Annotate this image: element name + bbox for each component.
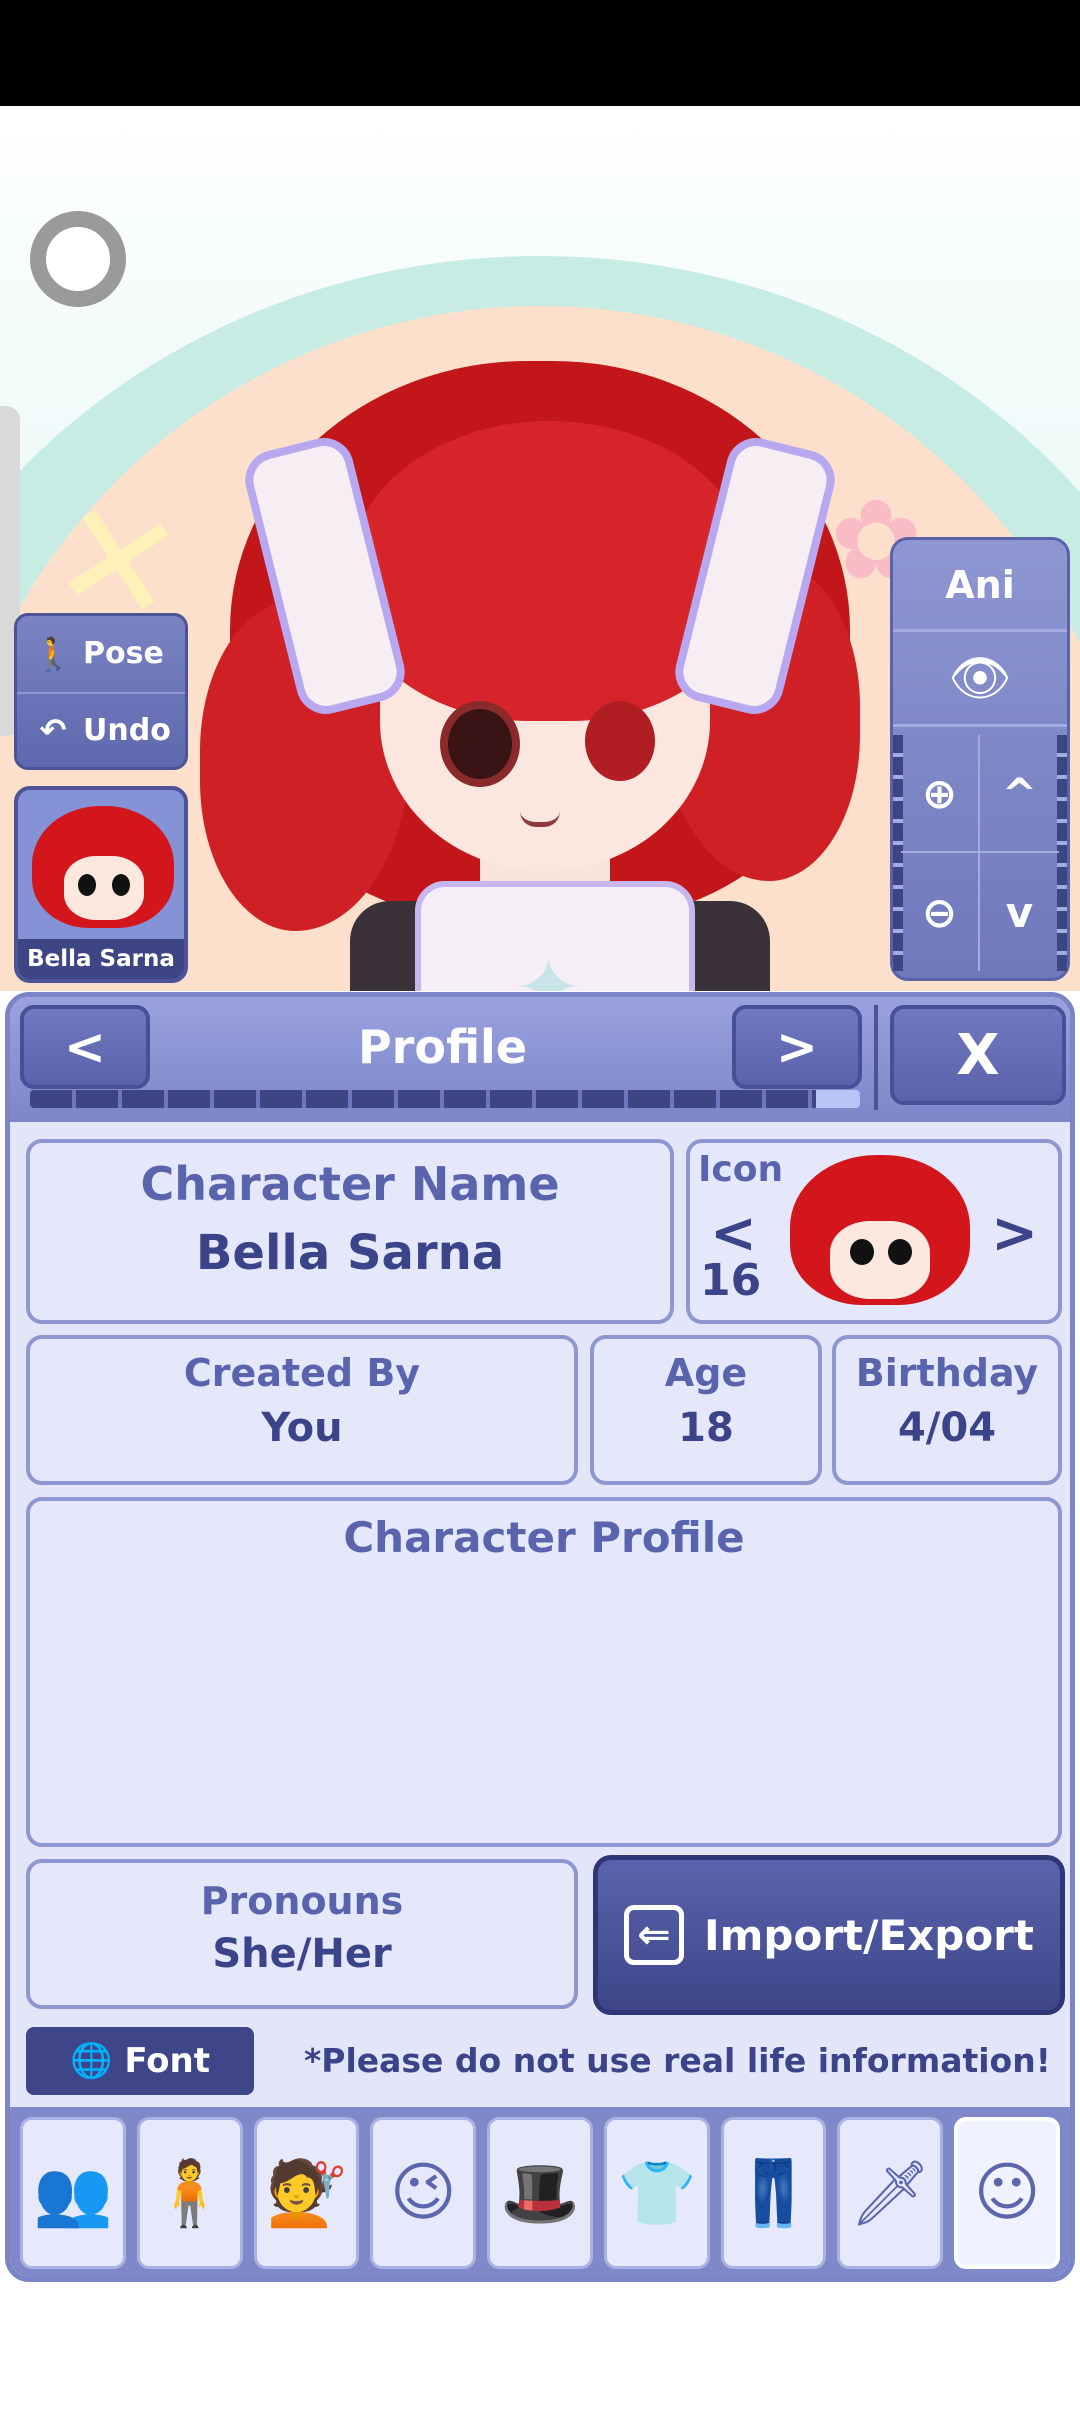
tool-body-button[interactable]: 🧍: [136, 2117, 243, 2269]
tool-presets-button[interactable]: 👥: [20, 2117, 126, 2269]
category-toolbar: 👥 🧍 💇 😉 🎩 👕 👖 🗡 ☺: [10, 2107, 1070, 2277]
icon-selector: Icon < > 16: [686, 1139, 1062, 1324]
undo-icon: ↶: [39, 711, 67, 750]
tool-hair-button[interactable]: 💇: [253, 2117, 360, 2269]
birthday-field[interactable]: Birthday 4/04: [832, 1335, 1062, 1485]
record-icon[interactable]: [30, 211, 126, 307]
created-by-field[interactable]: Created By You: [26, 1335, 578, 1485]
next-tab-button[interactable]: >: [732, 1005, 862, 1089]
zoom-in-icon[interactable]: ⊕: [901, 735, 980, 853]
camera-panel: Ani 👁 ⊕ ^ ⊖ v: [890, 537, 1070, 981]
icon-label: Icon: [698, 1149, 784, 1190]
pose-label: Pose: [83, 636, 164, 672]
pronouns-value: She/Her: [212, 1931, 392, 1977]
thumbnail-eye-right: [112, 874, 130, 896]
created-by-label: Created By: [183, 1351, 421, 1395]
status-bar: [0, 0, 1080, 106]
character-brooch: ✦: [515, 941, 583, 991]
accessories-icon: 🎩: [500, 2156, 580, 2231]
thumbnail-eye-left: [78, 874, 96, 896]
pose-button[interactable]: 🚶 Pose: [17, 616, 185, 692]
character-stage[interactable]: ✕ ✿ ✦ 🚶 Pose ↶ Undo Bella Sarna Ani 👁 ⊕ …: [0, 106, 1080, 991]
panel-header: < Profile > X: [10, 997, 1070, 1122]
profile-panel: < Profile > X Character Name Bella Sarna…: [5, 992, 1075, 2282]
tool-bottom-button[interactable]: 👖: [720, 2117, 827, 2269]
character-slot-thumbnail[interactable]: Bella Sarna: [14, 786, 188, 983]
tool-top-button[interactable]: 👕: [603, 2117, 710, 2269]
tool-profile-button[interactable]: ☺: [954, 2117, 1061, 2269]
panel-progress-bar: [30, 1090, 860, 1108]
thumbnail-name: Bella Sarna: [18, 939, 184, 979]
undo-button[interactable]: ↶ Undo: [17, 691, 185, 768]
character-eye-right: [585, 701, 655, 781]
close-button[interactable]: X: [890, 1005, 1066, 1105]
character-profile-field[interactable]: Character Profile: [26, 1497, 1062, 1847]
icon-preview-eye-left: [850, 1239, 874, 1265]
character-eye-left: [440, 701, 520, 787]
import-export-label: Import/Export: [704, 1910, 1034, 1960]
top-icon: 👕: [616, 2156, 697, 2231]
character-preview[interactable]: ✦: [200, 341, 880, 991]
tool-face-button[interactable]: 😉: [370, 2117, 477, 2269]
chevron-down-icon[interactable]: v: [980, 853, 1059, 971]
character-name-field[interactable]: Character Name Bella Sarna: [26, 1139, 674, 1324]
tool-props-button[interactable]: 🗡: [837, 2117, 944, 2269]
privacy-note: *Please do not use real life information…: [304, 2041, 1051, 2080]
undo-label: Undo: [83, 712, 171, 748]
presets-icon: 👥: [33, 2156, 113, 2231]
face-icon: 😉: [389, 2156, 457, 2230]
panel-progress-fill: [816, 1090, 860, 1108]
pose-undo-panel: 🚶 Pose ↶ Undo: [14, 613, 188, 770]
icon-preview-face: [830, 1221, 930, 1299]
camera-controls: ⊕ ^ ⊖ v: [901, 735, 1059, 971]
icon-number: 16: [700, 1255, 762, 1306]
import-export-icon: ⇐: [624, 1905, 685, 1965]
zoom-out-icon[interactable]: ⊖: [901, 853, 980, 971]
birthday-value: 4/04: [897, 1405, 997, 1451]
age-value: 18: [678, 1405, 734, 1451]
panel-title: Profile: [357, 1020, 528, 1074]
profile-icon: ☺: [973, 2156, 1041, 2230]
animation-button[interactable]: Ani: [893, 540, 1067, 632]
font-label: Font: [124, 2041, 210, 2081]
thumbnail-face: [64, 856, 144, 920]
hair-icon: 💇: [266, 2156, 347, 2231]
chevron-up-icon[interactable]: ^: [980, 735, 1059, 853]
pose-icon: 🚶: [33, 634, 73, 673]
age-field[interactable]: Age 18: [590, 1335, 822, 1485]
pronouns-label: Pronouns: [200, 1879, 404, 1923]
age-label: Age: [664, 1351, 748, 1395]
previous-tab-button[interactable]: <: [20, 1005, 150, 1089]
icon-next-button[interactable]: >: [991, 1201, 1038, 1266]
globe-icon: 🌐: [69, 2041, 113, 2081]
created-by-value: You: [261, 1405, 343, 1451]
character-profile-label: Character Profile: [343, 1513, 745, 1562]
eye-icon[interactable]: 👁: [893, 632, 1067, 727]
import-export-button[interactable]: ⇐ Import/Export: [593, 1855, 1065, 2015]
font-button[interactable]: 🌐 Font: [26, 2027, 254, 2095]
character-name-label: Character Name: [140, 1157, 560, 1211]
character-name-value: Bella Sarna: [195, 1225, 505, 1281]
pronouns-field[interactable]: Pronouns She/Her: [26, 1859, 578, 2009]
body-icon: 🧍: [149, 2156, 230, 2231]
birthday-label: Birthday: [855, 1351, 1039, 1395]
props-icon: 🗡: [849, 2156, 931, 2231]
icon-preview-eye-right: [888, 1239, 912, 1265]
tool-accessories-button[interactable]: 🎩: [487, 2117, 593, 2269]
bottom-icon: 👖: [733, 2156, 814, 2231]
header-divider: [874, 1005, 878, 1110]
